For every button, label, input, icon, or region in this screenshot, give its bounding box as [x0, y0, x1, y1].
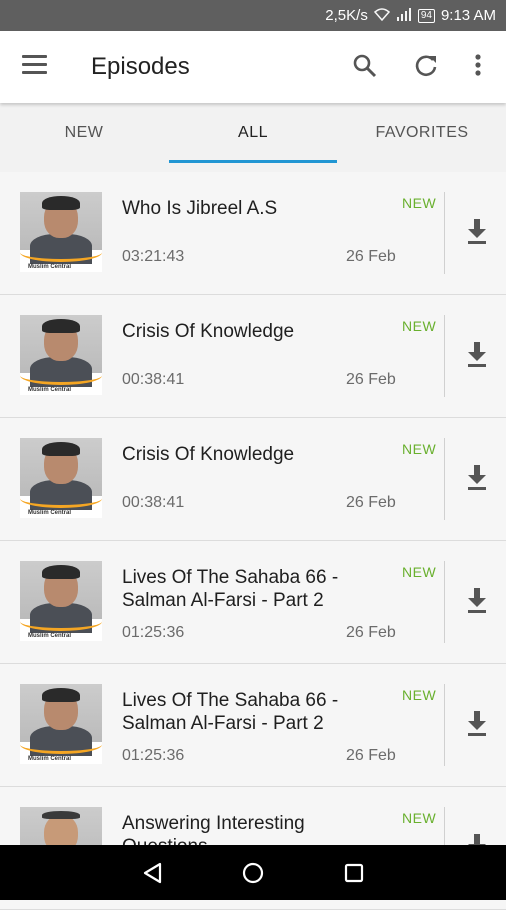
status-bar: 2,5K/s 94 9:13 AM: [0, 0, 506, 31]
episode-thumbnail: Muslim Central: [20, 561, 102, 641]
divider: [444, 315, 445, 397]
episode-list: Muslim Central Who Is Jibreel A.S 03:21:…: [0, 172, 506, 910]
list-item[interactable]: Muslim Central Lives Of The Sahaba 66 - …: [0, 541, 506, 664]
page-title: Episodes: [91, 53, 190, 80]
divider: [444, 561, 445, 643]
home-icon[interactable]: [239, 859, 267, 887]
episode-date: 26 Feb: [346, 624, 396, 641]
new-badge: NEW: [402, 195, 437, 211]
list-item[interactable]: Muslim Central Who Is Jibreel A.S 03:21:…: [0, 172, 506, 295]
new-badge: NEW: [402, 441, 437, 457]
list-item[interactable]: Muslim Central Crisis Of Knowledge 00:38…: [0, 295, 506, 418]
refresh-icon[interactable]: [411, 51, 441, 81]
tab-favorites[interactable]: FAVORITES: [338, 103, 506, 163]
recents-icon[interactable]: [340, 859, 368, 887]
episode-duration: 00:38:41: [122, 371, 185, 388]
tab-new[interactable]: NEW: [0, 103, 168, 163]
system-nav-bar: [0, 845, 506, 900]
episode-duration: 00:38:41: [122, 494, 185, 511]
thumbnail-brand: Muslim Central: [28, 633, 72, 639]
episode-date: 26 Feb: [346, 747, 396, 764]
clock: 9:13 AM: [440, 7, 496, 24]
episode-thumbnail: Muslim Central: [20, 684, 102, 764]
net-speed: 2,5K/s: [325, 7, 368, 24]
divider: [444, 192, 445, 274]
episode-title: Crisis Of Knowledge: [122, 321, 295, 342]
episode-date: 26 Feb: [346, 248, 396, 265]
app-bar: Episodes: [0, 31, 506, 103]
episode-thumbnail: Muslim Central: [20, 315, 102, 395]
episode-title: Lives Of The Sahaba 66 - Salman Al-Farsi…: [122, 567, 339, 611]
new-badge: NEW: [402, 564, 437, 580]
episode-title: Crisis Of Knowledge: [122, 444, 295, 465]
thumbnail-brand: Muslim Central: [28, 387, 72, 393]
new-badge: NEW: [402, 318, 437, 334]
episode-thumbnail: Muslim Central: [20, 438, 102, 518]
list-item[interactable]: Muslim Central Lives Of The Sahaba 66 - …: [0, 664, 506, 787]
episode-duration: 03:21:43: [122, 248, 185, 265]
episode-duration: 01:25:36: [122, 747, 185, 764]
divider: [444, 438, 445, 520]
download-icon[interactable]: [463, 462, 491, 492]
back-icon[interactable]: [139, 859, 167, 887]
signal-icon: [396, 7, 412, 24]
battery-icon: 94: [417, 8, 435, 23]
tab-bar: NEW ALL FAVORITES: [0, 103, 506, 163]
wifi-icon: [373, 7, 390, 24]
divider: [444, 684, 445, 766]
episode-date: 26 Feb: [346, 494, 396, 511]
tab-all[interactable]: ALL: [169, 103, 337, 163]
more-vert-icon[interactable]: [463, 51, 493, 81]
episode-duration: 01:25:36: [122, 624, 185, 641]
episode-title: Who Is Jibreel A.S: [122, 198, 278, 219]
new-badge: NEW: [402, 687, 437, 703]
thumbnail-brand: Muslim Central: [28, 510, 72, 516]
episode-date: 26 Feb: [346, 371, 396, 388]
thumbnail-brand: Muslim Central: [28, 756, 72, 762]
thumbnail-brand: Muslim Central: [28, 264, 72, 270]
download-icon[interactable]: [463, 585, 491, 615]
episode-title: Lives Of The Sahaba 66 - Salman Al-Farsi…: [122, 690, 339, 734]
search-icon[interactable]: [350, 51, 380, 81]
episode-thumbnail: Muslim Central: [20, 192, 102, 272]
menu-icon[interactable]: [22, 55, 48, 75]
list-item[interactable]: Muslim Central Crisis Of Knowledge 00:38…: [0, 418, 506, 541]
download-icon[interactable]: [463, 339, 491, 369]
download-icon[interactable]: [463, 708, 491, 738]
download-icon[interactable]: [463, 216, 491, 246]
new-badge: NEW: [402, 810, 437, 826]
